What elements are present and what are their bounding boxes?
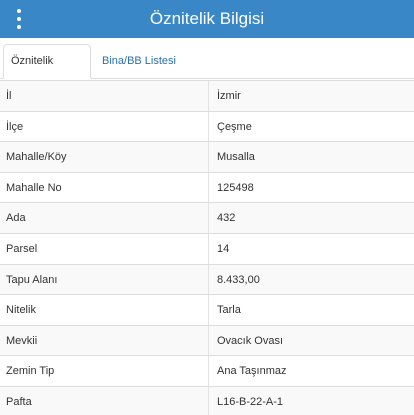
row-value: 14 — [217, 242, 230, 255]
app-header: Öznitelik Bilgisi — [0, 0, 414, 38]
row-key: Zemin Tip — [6, 365, 55, 378]
row-key: Parsel — [6, 242, 38, 255]
row-key: Mahalle No — [6, 181, 62, 194]
row-value: 8.433,00 — [217, 273, 260, 286]
table-row: Mahalle No 125498 — [0, 172, 414, 204]
table-row: Zemin Tip Ana Taşınmaz — [0, 356, 414, 387]
row-value: Ana Taşınmaz — [217, 365, 287, 378]
tab-bar: Öznitelik Bilgisi Bina/BB Listesi — [0, 38, 414, 100]
table-row: Mevkii Ovacık Ovası — [0, 325, 414, 357]
table-row: Pafta L16-B-22-A-1 — [0, 386, 414, 415]
row-key: İlçe — [6, 120, 24, 133]
table-row: Ada 432 — [0, 203, 414, 234]
tab-bina-bb-listesi[interactable]: Bina/BB Listesi — [94, 44, 184, 79]
row-key: Mevkii — [6, 334, 38, 347]
table-row: Tapu Alanı 8.433,00 — [0, 264, 414, 296]
row-value: Çeşme — [217, 120, 252, 133]
row-key: Pafta — [6, 395, 32, 408]
row-key: Nitelik — [6, 304, 36, 317]
row-value: L16-B-22-A-1 — [217, 395, 284, 408]
row-key: Ada — [6, 212, 26, 225]
row-key: Mahalle/Köy — [6, 151, 67, 164]
row-value: 125498 — [217, 181, 254, 194]
row-key: İl — [6, 90, 12, 102]
table-row: Nitelik Tarla — [0, 295, 414, 326]
row-value: 432 — [217, 212, 236, 225]
tab-oznitelik-bilgisi[interactable]: Öznitelik Bilgisi — [3, 44, 91, 100]
page-title: Öznitelik Bilgisi — [149, 9, 265, 28]
table-row: İlçe Çeşme — [0, 111, 414, 143]
row-value: Ovacık Ovası — [217, 334, 284, 347]
table-row: Parsel 14 — [0, 233, 414, 265]
row-value: Tarla — [217, 304, 241, 317]
table-row: Mahalle/Köy Musalla — [0, 142, 414, 173]
table-row: İl İzmir — [0, 81, 414, 112]
row-key: Tapu Alanı — [6, 273, 58, 286]
row-value: İzmir — [217, 90, 241, 102]
row-value: Musalla — [217, 151, 255, 164]
attribute-table: İl İzmir İlçe Çeşme Mahalle/Köy Musalla … — [0, 80, 414, 415]
